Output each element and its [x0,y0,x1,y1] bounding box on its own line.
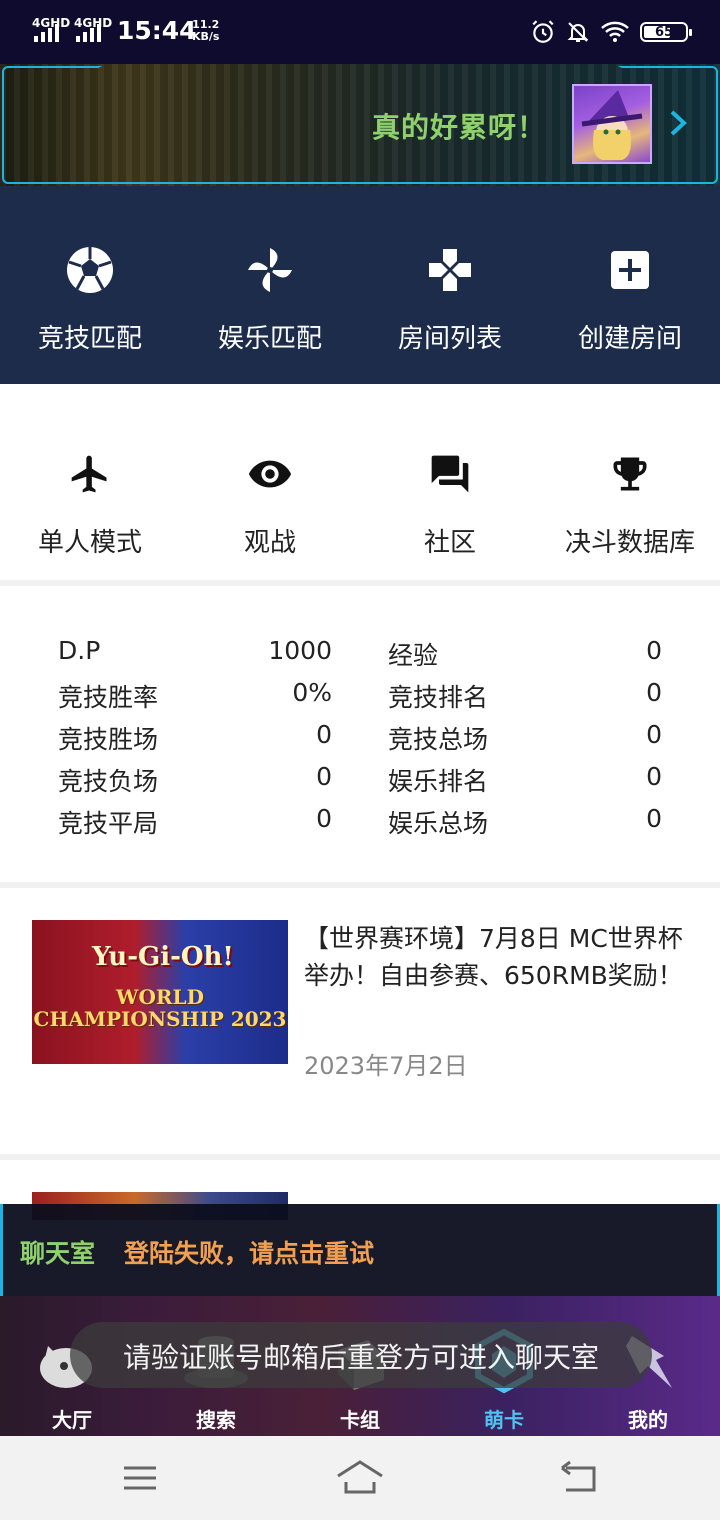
tab-search-label: 搜索 [196,1408,236,1432]
status-icons: 65 [530,18,692,46]
stats-card: D.P 1000 经验 0 竞技胜率 0% 竞技排名 0 竞技胜场 0 竞技总场… [0,586,720,882]
pinwheel-icon [244,244,296,296]
soccer-ball-icon [64,244,116,296]
stat-label-winrate: 竞技胜率 [58,683,159,712]
chat-room-label: 聊天室 [20,1239,96,1268]
stat-label-casual-rank: 娱乐排名 [388,767,489,796]
tab-deck-label: 卡组 [340,1408,380,1432]
network-speed: 11.2 KB/s [192,18,220,43]
trophy-icon [604,448,656,500]
stat-value-rank: 0 [646,678,662,707]
duel-database-button[interactable]: 决斗数据库 [540,410,720,560]
stat-value-wins: 0 [316,720,332,749]
stat-value-exp: 0 [646,636,662,665]
stat-label-total: 竞技总场 [388,725,489,754]
stat-label-casual-total: 娱乐总场 [388,809,489,838]
main-menu: 竞技匹配 娱乐匹配 房间列表 创建房间 [0,186,720,384]
single-mode-label: 单人模式 [37,528,142,558]
stat-value-dp: 1000 [268,636,332,665]
stat-value-total: 0 [646,720,662,749]
banner-text: 真的好累呀！ [372,111,547,144]
airplane-icon [64,448,116,500]
wifi-icon [601,21,629,42]
system-nav-bar [0,1436,720,1520]
competitive-match-button[interactable]: 竞技匹配 [0,206,180,356]
signal-icon [34,22,60,42]
menu-icon[interactable] [120,1458,160,1498]
chat-login-retry[interactable]: 登陆失败，请点击重试 [124,1234,374,1270]
stat-label-wins: 竞技胜场 [58,725,159,754]
single-mode-button[interactable]: 单人模式 [0,410,180,560]
toast-message: 请验证账号邮箱后重登方可进入聊天室 [70,1322,652,1388]
eye-icon [244,448,296,500]
community-button[interactable]: 社区 [360,410,540,560]
news-date: 2023年7月2日 [304,1052,468,1080]
chat-room-bar[interactable]: 聊天室 登陆失败，请点击重试 [0,1204,720,1296]
home-icon[interactable] [336,1458,384,1498]
stat-value-casual-total: 0 [646,804,662,833]
news-image-caption: WORLD CHAMPIONSHIP 2023 [33,985,287,1031]
stat-label-dp: D.P [58,636,101,665]
competitive-match-label: 竞技匹配 [37,324,142,354]
tab-mycard-label: 萌卡 [484,1408,524,1432]
spectate-label: 观战 [243,528,296,558]
wizard-girl-icon [581,90,643,160]
chat-bubbles-icon [424,448,476,500]
chevron-right-icon[interactable] [664,108,692,138]
stat-label-draws: 竞技平局 [58,809,159,838]
news-image-logo: Yu-Gi-Oh! [92,942,234,972]
duel-database-label: 决斗数据库 [564,528,695,558]
room-list-label: 房间列表 [397,324,502,354]
community-label: 社区 [423,528,476,558]
app-screen: 4GHD 4GHD 15:44 11.2 KB/s 65 真的好累呀！ 竞技匹配… [0,0,720,1520]
secondary-menu: 单人模式 观战 社区 决斗数据库 [0,384,720,580]
battery-icon: 65 [640,22,692,42]
stat-value-losses: 0 [316,762,332,791]
status-bar: 4GHD 4GHD 15:44 11.2 KB/s 65 [0,0,720,64]
stat-value-winrate: 0% [292,678,332,707]
create-room-label: 创建房间 [577,324,682,354]
user-avatar[interactable] [572,84,652,164]
mute-bell-icon [567,22,589,42]
stat-label-losses: 竞技负场 [58,767,159,796]
news-thumbnail: Yu-Gi-Oh! WORLD CHAMPIONSHIP 2023 [32,920,288,1064]
news-item[interactable]: Yu-Gi-Oh! WORLD CHAMPIONSHIP 2023 【世界赛环境… [0,888,720,1154]
battery-level: 65 [654,24,674,40]
tab-profile-label: 我的 [628,1408,668,1432]
casual-match-button[interactable]: 娱乐匹配 [180,206,360,356]
create-room-button[interactable]: 创建房间 [540,206,720,356]
back-icon[interactable] [560,1458,600,1498]
alarm-icon [532,20,554,43]
gamepad-cross-icon [424,244,476,296]
spectate-button[interactable]: 观战 [180,410,360,560]
stat-value-casual-rank: 0 [646,762,662,791]
signal-icon-2 [76,22,102,42]
room-list-button[interactable]: 房间列表 [360,206,540,356]
stat-value-draws: 0 [316,804,332,833]
tab-lobby-label: 大厅 [52,1408,92,1432]
stat-label-rank: 竞技排名 [388,683,489,712]
stat-label-exp: 经验 [388,641,439,670]
news-title: 【世界赛环境】7月8日 MC世界杯举办！自由参赛、650RMB奖励！ [304,924,683,990]
toast-text: 请验证账号邮箱后重登方可进入聊天室 [122,1341,599,1374]
clock: 15:44 [117,16,197,45]
add-box-icon [604,244,656,296]
casual-match-label: 娱乐匹配 [217,324,322,354]
